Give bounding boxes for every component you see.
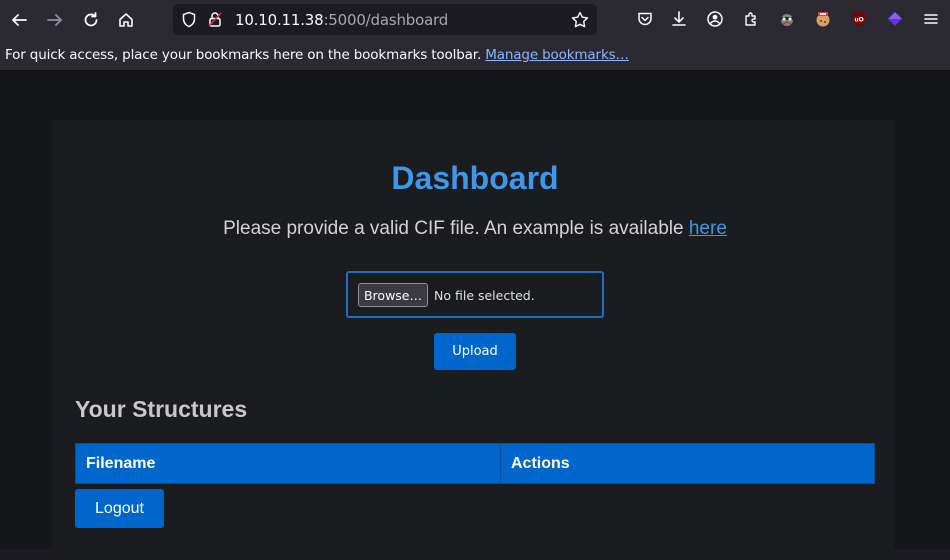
url-text[interactable]: 10.10.11.38:5000/dashboard — [235, 11, 448, 29]
browse-button[interactable]: Browse… — [358, 283, 428, 307]
bookmarks-message-text: For quick access, place your bookmarks h… — [5, 47, 482, 63]
structures-table-header: Filename Actions — [75, 443, 875, 484]
subtitle-text: Please provide a valid CIF file. An exam… — [223, 218, 684, 239]
downloads-icon[interactable] — [668, 8, 690, 30]
insecure-lock-icon[interactable] — [207, 11, 223, 33]
file-input[interactable]: Browse… No file selected. — [346, 271, 604, 318]
spy-extension-icon[interactable] — [776, 8, 798, 30]
cookie-extension-icon[interactable] — [812, 8, 834, 30]
bookmarks-toolbar: For quick access, place your bookmarks h… — [0, 39, 950, 71]
page-subtitle: Please provide a valid CIF file. An exam… — [0, 218, 950, 240]
svg-text:uO: uO — [854, 17, 863, 24]
menu-icon[interactable] — [920, 8, 942, 30]
proxy-extension-icon[interactable] — [884, 8, 906, 30]
actions-column-header: Actions — [511, 454, 570, 472]
account-icon[interactable] — [704, 8, 726, 30]
reload-icon[interactable] — [78, 7, 104, 33]
bookmarks-message: For quick access, place your bookmarks h… — [5, 47, 629, 63]
bookmark-star-icon[interactable] — [571, 11, 589, 33]
logout-button[interactable]: Logout — [75, 489, 164, 528]
structures-heading: Your Structures — [75, 396, 248, 422]
back-icon[interactable] — [6, 7, 32, 33]
browser-navbar: 10.10.11.38:5000/dashboard uO — [0, 0, 950, 39]
extensions-icon[interactable] — [740, 8, 762, 30]
url-bar[interactable]: 10.10.11.38:5000/dashboard — [173, 4, 597, 35]
pocket-icon[interactable] — [634, 8, 656, 30]
ublock-icon[interactable]: uO — [848, 8, 870, 30]
page-title: Dashboard — [391, 160, 559, 196]
example-link[interactable]: here — [689, 218, 727, 239]
shield-icon[interactable] — [181, 11, 197, 33]
file-status-text: No file selected. — [434, 288, 535, 303]
upload-button[interactable]: Upload — [434, 333, 516, 370]
manage-bookmarks-link[interactable]: Manage bookmarks… — [485, 47, 629, 63]
home-icon[interactable] — [113, 7, 139, 33]
filename-column-header: Filename — [76, 444, 501, 483]
forward-icon[interactable] — [42, 7, 68, 33]
